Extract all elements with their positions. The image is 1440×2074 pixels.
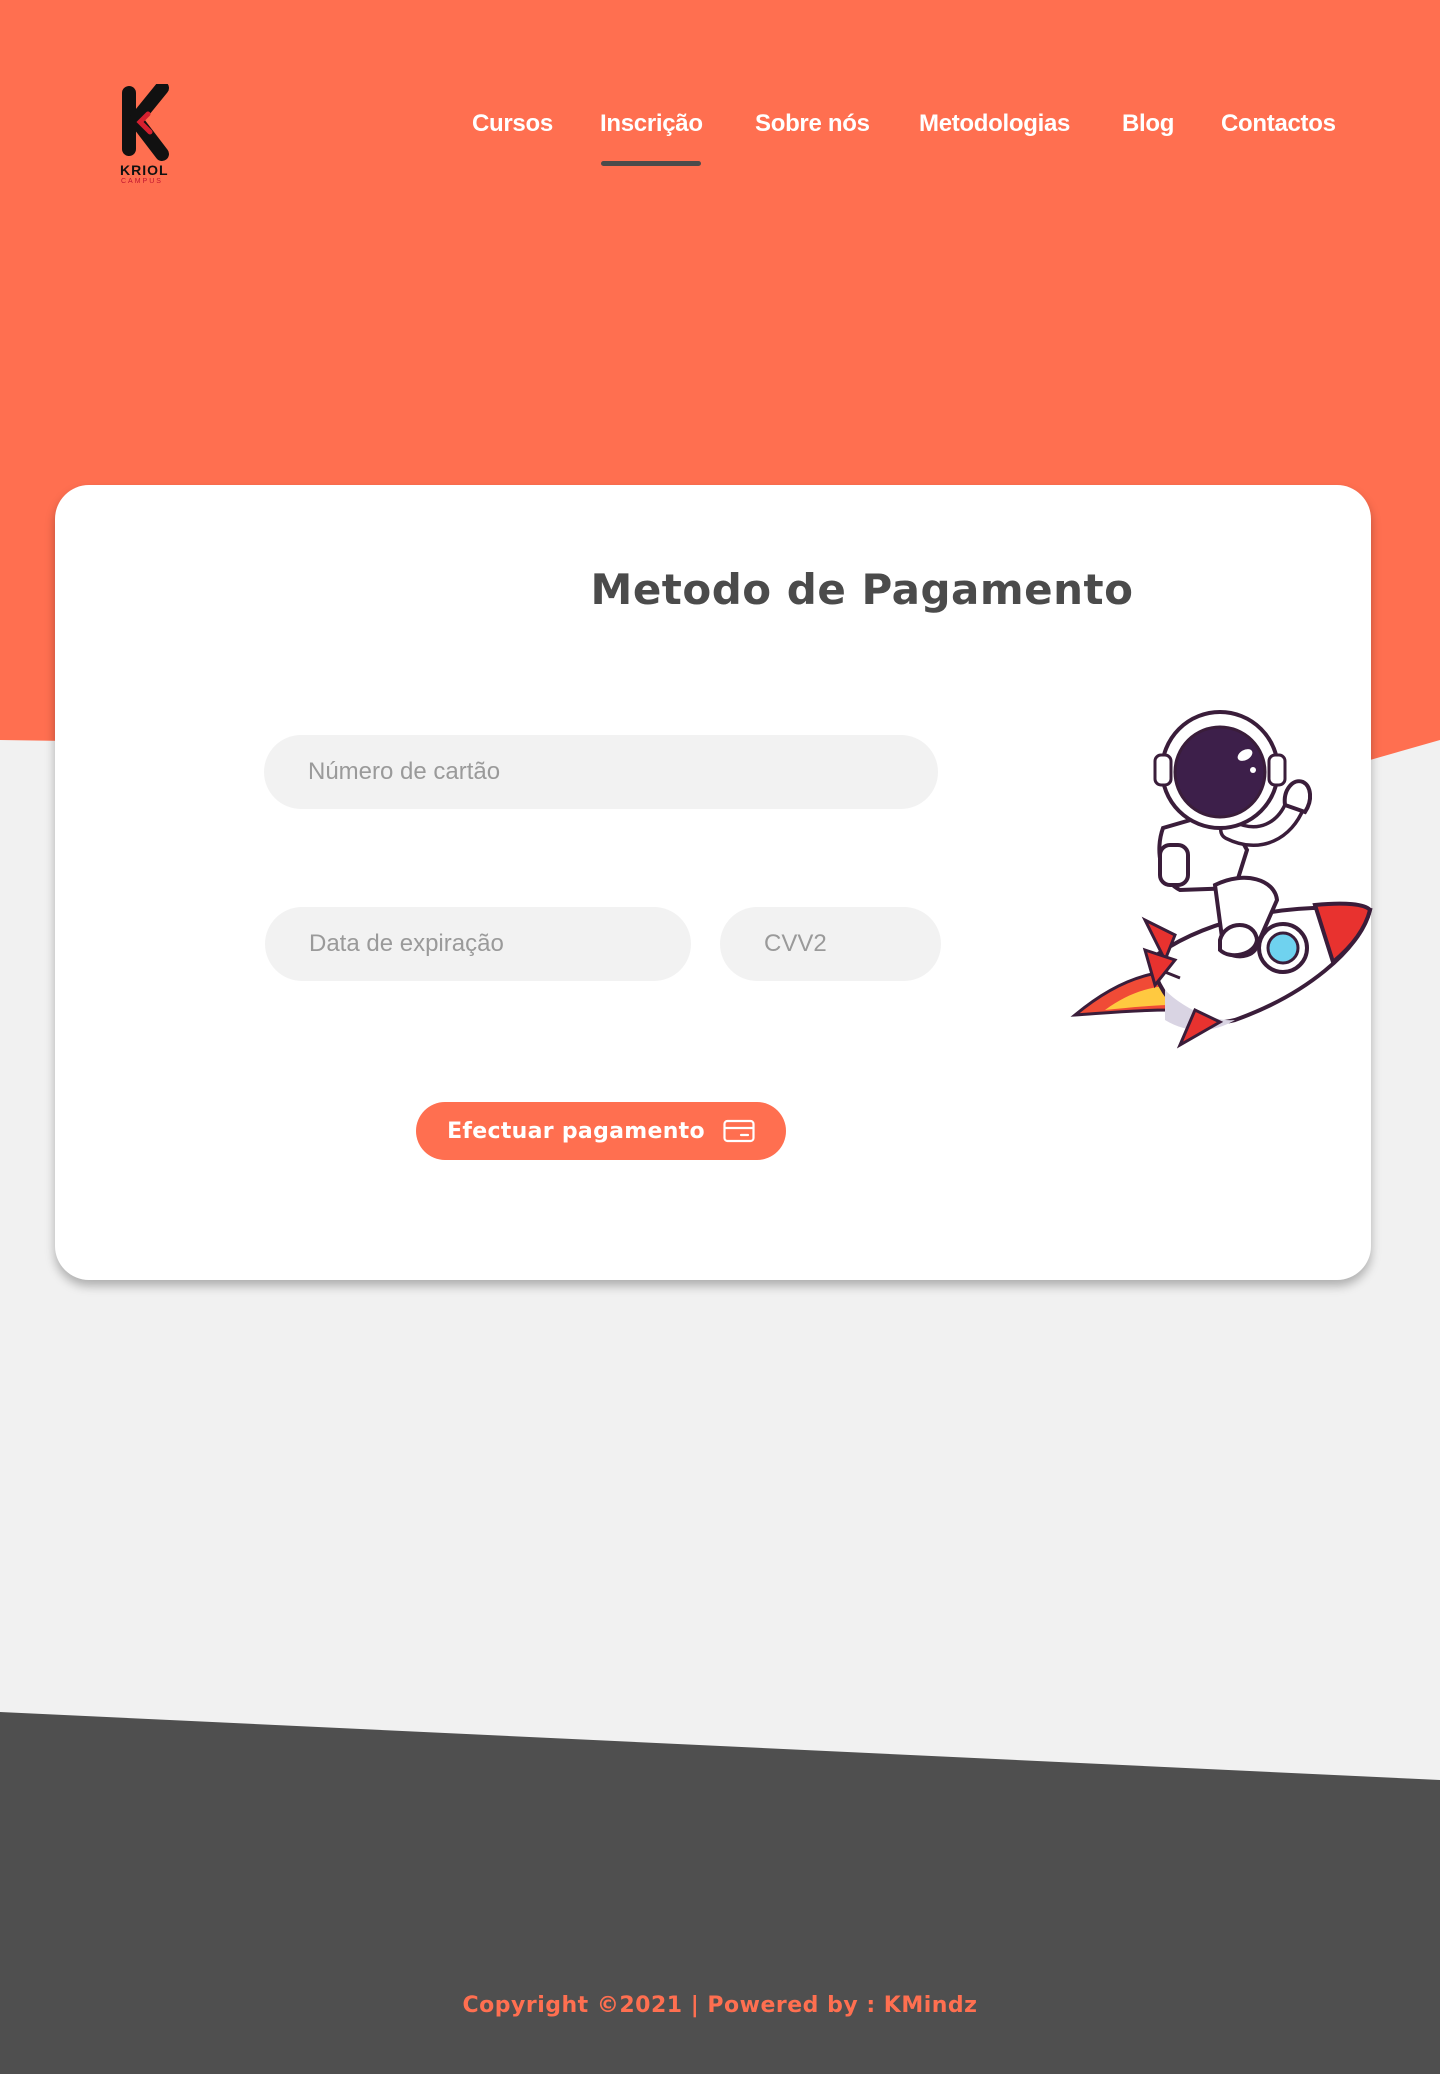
- payment-card: Metodo de Pagamento Efectuar pagamento: [55, 485, 1373, 1280]
- expiry-date-input[interactable]: [265, 907, 691, 981]
- cvv-input[interactable]: [720, 907, 941, 981]
- nav-item-blog[interactable]: Blog: [1122, 110, 1174, 138]
- card-number-input[interactable]: [264, 735, 938, 809]
- astronaut-rocket-illustration: [1070, 710, 1373, 1049]
- nav-item-contactos[interactable]: Contactos: [1221, 110, 1336, 138]
- main-navigation: Cursos Inscrição Sobre nós Metodologias …: [0, 110, 1440, 170]
- submit-payment-label: Efectuar pagamento: [447, 1118, 705, 1144]
- submit-payment-button[interactable]: Efectuar pagamento: [416, 1102, 786, 1160]
- logo-subtitle: CAMPUS: [121, 178, 163, 185]
- nav-item-inscricao[interactable]: Inscrição: [600, 110, 703, 138]
- nav-item-metodologias[interactable]: Metodologias: [919, 110, 1070, 138]
- footer-copyright: Copyright ©2021 | Powered by : KMindz: [462, 1993, 978, 2018]
- nav-item-cursos[interactable]: Cursos: [472, 110, 553, 138]
- page-title: Metodo de Pagamento: [590, 565, 1134, 614]
- nav-item-sobre-nos[interactable]: Sobre nós: [755, 110, 870, 138]
- active-nav-indicator: [601, 161, 701, 166]
- credit-card-icon: [723, 1119, 755, 1143]
